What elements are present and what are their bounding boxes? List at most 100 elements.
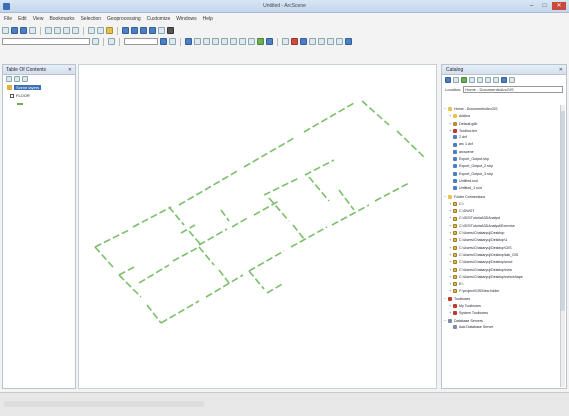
catalog-tree-item[interactable]: arc 1.dxf xyxy=(444,141,560,148)
list-by-source-icon[interactable] xyxy=(14,76,20,82)
catalog-scrollbar[interactable] xyxy=(560,105,565,387)
catalog-tree-item[interactable]: Untitled.sxd xyxy=(444,178,560,185)
catalog-tree-item[interactable]: + E:\ xyxy=(444,280,560,287)
open-icon[interactable] xyxy=(11,27,18,34)
catalog-tree-item[interactable]: + C:\Users\Chakaryuj\Desktop\new xyxy=(444,266,560,273)
target-layer-combo[interactable] xyxy=(124,38,158,45)
catalog-tree-item[interactable]: + C:\ xyxy=(444,200,560,207)
new-icon[interactable] xyxy=(2,27,9,34)
catalog-tree-item[interactable]: + C:\DWGT xyxy=(444,207,560,214)
disconnect-folder-icon[interactable] xyxy=(477,77,483,83)
catalog-tree-item[interactable]: + AddIns xyxy=(444,112,560,119)
catalog-tree-item[interactable]: + My Toolboxes xyxy=(444,302,560,309)
target-icon[interactable] xyxy=(203,38,210,45)
catalog-tree-item[interactable]: + C:\Users\Chakaryuj\Desktop\new\shape xyxy=(444,273,560,280)
dropdown-icon[interactable] xyxy=(92,38,99,45)
catalog-tree-item[interactable]: + C:\Users\Chakaryuj\Desktop\1 xyxy=(444,236,560,243)
delete-icon[interactable] xyxy=(72,27,79,34)
profile-icon[interactable] xyxy=(169,38,176,45)
fly-icon[interactable] xyxy=(194,38,201,45)
undo-icon[interactable] xyxy=(88,27,95,34)
catalog-tree-item[interactable]: + C:\Users\Chakaryuj\Desktop\lab_GIS xyxy=(444,251,560,258)
list-by-drawing-order-icon[interactable] xyxy=(6,76,12,82)
toc-layer-item[interactable]: FLOOR xyxy=(3,92,75,100)
layer-visibility-checkbox[interactable] xyxy=(10,93,14,98)
search-window-icon[interactable] xyxy=(131,27,138,34)
arctoolbox-icon[interactable] xyxy=(167,27,174,34)
back-icon[interactable] xyxy=(445,77,451,83)
menu-view[interactable]: View xyxy=(33,16,44,22)
pan-icon[interactable] xyxy=(230,38,237,45)
refresh-icon[interactable] xyxy=(501,77,507,83)
menu-customize[interactable]: Customize xyxy=(147,16,171,22)
pin-close-icon[interactable]: ✕ xyxy=(68,67,72,73)
menu-bookmarks[interactable]: Bookmarks xyxy=(49,16,74,22)
measure-icon[interactable] xyxy=(266,38,273,45)
catalog-tree-item[interactable]: 2.dxf xyxy=(444,134,560,141)
modelbuilder-icon[interactable] xyxy=(158,27,165,34)
pin-close-icon[interactable]: ✕ xyxy=(559,67,563,73)
catalog-window-icon[interactable] xyxy=(122,27,129,34)
save-icon[interactable] xyxy=(20,27,27,34)
navigate-icon[interactable] xyxy=(185,38,192,45)
menu-file[interactable]: File xyxy=(4,16,12,22)
catalog-tree-item[interactable]: + Toolbox.tbx xyxy=(444,127,560,134)
layer-combo[interactable] xyxy=(2,38,90,45)
toc-scene-layers[interactable]: Scene layers xyxy=(3,84,75,92)
catalog-tree-item[interactable]: + C:\Users\Chakaryuj\Desktop\mod xyxy=(444,258,560,265)
paste-icon[interactable] xyxy=(63,27,70,34)
toggle-contents-icon[interactable] xyxy=(493,77,499,83)
options-icon[interactable] xyxy=(509,77,515,83)
menu-windows[interactable]: Windows xyxy=(176,16,196,22)
interpolate-icon[interactable] xyxy=(160,38,167,45)
add-data-icon[interactable] xyxy=(106,27,113,34)
zoom-to-target-icon[interactable] xyxy=(309,38,316,45)
minimize-icon[interactable]: – xyxy=(526,2,537,10)
set-observer-icon[interactable] xyxy=(318,38,325,45)
catalog-tree-item[interactable]: − Folder Connections xyxy=(444,193,560,200)
forward-icon[interactable] xyxy=(453,77,459,83)
full-screen-icon[interactable] xyxy=(345,38,352,45)
print-icon[interactable] xyxy=(29,27,36,34)
catalog-tree-item[interactable]: + C:\GIS\Tutorial\3DAnalyst\Exercise xyxy=(444,222,560,229)
copy-icon[interactable] xyxy=(54,27,61,34)
catalog-tree-item[interactable]: Add Database Server xyxy=(444,324,560,331)
catalog-tree-item[interactable]: − Home - Documents\ArcGIS xyxy=(444,105,560,112)
3d-effects-icon[interactable] xyxy=(108,38,115,45)
catalog-tree-item[interactable]: Export_Output.shp xyxy=(444,156,560,163)
identify-icon[interactable] xyxy=(257,38,264,45)
scene-view[interactable] xyxy=(78,64,437,389)
catalog-tree-item[interactable]: − Toolboxes xyxy=(444,295,560,302)
catalog-tree-item[interactable]: + F:\project\GIS\New folder xyxy=(444,287,560,294)
cut-icon[interactable] xyxy=(45,27,52,34)
catalog-tree-item[interactable]: Untitled_1.sxd xyxy=(444,185,560,192)
select-icon[interactable] xyxy=(248,38,255,45)
close-icon[interactable]: ✕ xyxy=(552,2,566,10)
zoom-out-icon[interactable] xyxy=(221,38,228,45)
zoom-in-icon[interactable] xyxy=(212,38,219,45)
catalog-tree-item[interactable]: arcscene xyxy=(444,149,560,156)
catalog-tree-item[interactable]: + C:\GIS\Tutorial\3DAnalyst xyxy=(444,214,560,221)
center-on-target-icon[interactable] xyxy=(300,38,307,45)
location-input[interactable]: Home - Documents\ArcGIS xyxy=(463,86,563,93)
narrow-view-icon[interactable] xyxy=(282,38,289,45)
maximize-icon[interactable]: □ xyxy=(539,2,550,10)
connect-folder-icon[interactable] xyxy=(469,77,475,83)
layer-icon[interactable] xyxy=(336,38,343,45)
catalog-tree-item[interactable]: + Default.gdb xyxy=(444,120,560,127)
options-icon[interactable] xyxy=(22,76,28,82)
catalog-tree-item[interactable]: − Database Servers xyxy=(444,317,560,324)
scrollbar-thumb[interactable] xyxy=(561,111,565,311)
catalog-tree-item[interactable]: + C:\Users\Chakaryuj\Desktop\GIS xyxy=(444,244,560,251)
observer-icon[interactable] xyxy=(291,38,298,45)
catalog-tree-item[interactable]: Export_Output_3.shp xyxy=(444,171,560,178)
catalog-tree-item[interactable]: + System Toolboxes xyxy=(444,309,560,316)
up-one-level-icon[interactable] xyxy=(461,77,467,83)
views-icon[interactable] xyxy=(485,77,491,83)
redo-icon[interactable] xyxy=(97,27,104,34)
animation-icon[interactable] xyxy=(327,38,334,45)
catalog-tree-item[interactable]: + C:\Users\Chakaryuj\Desktop xyxy=(444,229,560,236)
menu-edit[interactable]: Edit xyxy=(18,16,27,22)
catalog-tree-item[interactable]: Export_Output_2.shp xyxy=(444,163,560,170)
python-icon[interactable] xyxy=(149,27,156,34)
